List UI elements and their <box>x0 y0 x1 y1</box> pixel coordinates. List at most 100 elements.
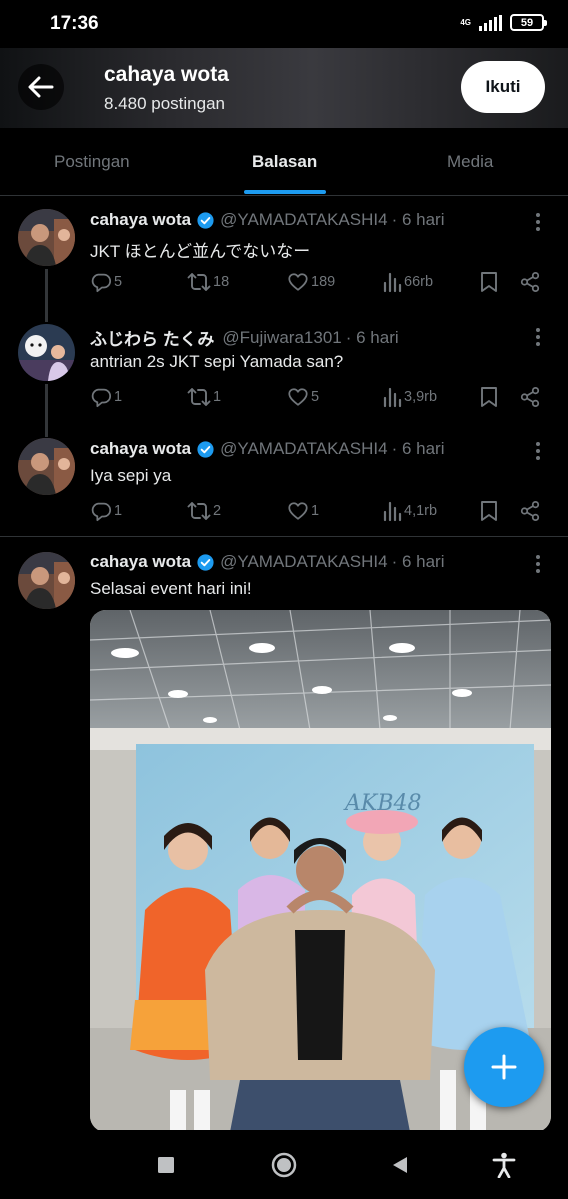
post-count: 8.480 postingan <box>104 94 225 113</box>
thread-line <box>45 269 48 312</box>
compose-button[interactable] <box>464 1027 544 1107</box>
post-text: antrian 2s JKT sepi Yamada san? <box>90 352 344 371</box>
author-handle[interactable]: @YAMADATAKASHI4 <box>220 210 387 230</box>
more-icon[interactable] <box>534 326 542 348</box>
more-icon[interactable] <box>534 553 542 575</box>
follow-button[interactable]: Ikuti <box>461 61 545 113</box>
reply-button[interactable]: 1 <box>90 386 122 408</box>
post-time: · 6 hari <box>345 327 399 347</box>
views-icon <box>383 387 402 408</box>
post-time: · 6 hari <box>391 552 445 571</box>
post-text: Selasai event hari ini! <box>90 579 252 598</box>
post-3[interactable]: cahaya wota @YAMADATAKASHI4 · 6 hari Iya… <box>0 427 568 537</box>
more-icon[interactable] <box>534 440 542 462</box>
recents-square-icon <box>158 1157 174 1173</box>
profile-name: cahaya wota <box>104 63 229 86</box>
views-button[interactable]: 3,9rb <box>382 386 437 408</box>
views-count: 4,1rb <box>404 503 438 519</box>
reply-count: 1 <box>114 389 123 405</box>
status-icons: 4G 59 <box>460 14 547 31</box>
post-1[interactable]: cahaya wota @YAMADATAKASHI4 · 6 hari JKT… <box>0 197 568 312</box>
tab-media[interactable]: Media <box>447 152 493 172</box>
back-nav-button[interactable] <box>385 1150 415 1180</box>
bookmark-icon[interactable] <box>480 271 498 293</box>
post-2[interactable]: ふじわら たくみ @Fujiwara1301 · 6 hari antrian … <box>0 312 568 427</box>
repost-count: 18 <box>213 274 230 290</box>
like-button[interactable]: 1 <box>287 500 319 522</box>
like-icon <box>288 273 308 291</box>
reply-icon <box>91 388 112 408</box>
share-icon[interactable] <box>519 500 541 522</box>
author-handle[interactable]: @YAMADATAKASHI4 <box>220 552 387 572</box>
reply-button[interactable]: 1 <box>90 500 122 522</box>
reply-count: 1 <box>114 503 123 519</box>
author-name[interactable]: cahaya wota <box>90 552 191 572</box>
post-actions: 1 2 1 4,1rb <box>90 500 550 526</box>
back-button[interactable] <box>18 64 64 110</box>
active-tab-indicator <box>244 190 326 194</box>
bookmark-icon[interactable] <box>480 500 498 522</box>
repost-count: 1 <box>213 389 222 405</box>
author-handle[interactable]: @YAMADATAKASHI4 <box>220 439 387 459</box>
views-button[interactable]: 66rb <box>382 271 433 293</box>
battery-icon: 59 <box>510 14 547 31</box>
more-icon[interactable] <box>534 211 542 233</box>
verified-icon <box>197 553 214 571</box>
thread-line <box>45 384 48 427</box>
reply-button[interactable]: 5 <box>90 271 122 293</box>
like-icon <box>288 388 308 406</box>
avatar[interactable] <box>18 324 75 381</box>
like-count: 189 <box>311 274 336 290</box>
like-count: 1 <box>311 503 320 519</box>
views-count: 66rb <box>404 274 434 290</box>
network-type: 4G <box>460 18 471 27</box>
post-time: · 6 hari <box>391 210 445 229</box>
status-bar: 17:36 4G 59 <box>0 0 568 48</box>
plus-icon <box>491 1054 517 1080</box>
author-name[interactable]: cahaya wota <box>90 210 191 230</box>
author-handle[interactable]: @Fujiwara1301 <box>222 328 341 348</box>
post-text: JKT ほとんど並んでないなー <box>90 242 311 261</box>
verified-icon <box>197 440 214 458</box>
tab-postingan[interactable]: Postingan <box>54 152 130 172</box>
post-text: Iya sepi ya <box>90 466 172 485</box>
author-name[interactable]: cahaya wota <box>90 439 191 459</box>
views-icon <box>383 272 402 293</box>
repost-icon <box>187 502 211 520</box>
home-button[interactable] <box>269 1150 299 1180</box>
like-icon <box>288 502 308 520</box>
like-button[interactable]: 189 <box>287 271 335 293</box>
post-actions: 1 1 5 3,9rb <box>90 386 550 412</box>
avatar[interactable] <box>18 209 75 266</box>
post-time: · 6 hari <box>391 439 445 458</box>
views-icon <box>383 501 402 522</box>
status-time: 17:36 <box>50 13 99 34</box>
share-icon[interactable] <box>519 386 541 408</box>
repost-button[interactable]: 18 <box>187 271 229 293</box>
thread-line <box>45 427 48 437</box>
post-actions: 5 18 189 66rb <box>90 271 550 297</box>
repost-button[interactable]: 2 <box>187 500 221 522</box>
battery-level: 59 <box>520 16 534 29</box>
author-name[interactable]: ふじわら たくみ <box>90 325 214 350</box>
accessibility-button[interactable] <box>489 1150 519 1180</box>
repost-icon <box>187 388 211 406</box>
like-button[interactable]: 5 <box>287 386 319 408</box>
views-count: 3,9rb <box>404 389 438 405</box>
recents-button[interactable] <box>151 1150 181 1180</box>
accessibility-icon <box>492 1152 516 1178</box>
views-button[interactable]: 4,1rb <box>382 500 437 522</box>
profile-tabs: Postingan Balasan Media <box>0 128 568 196</box>
bookmark-icon[interactable] <box>480 386 498 408</box>
repost-button[interactable]: 1 <box>187 386 221 408</box>
back-arrow-icon <box>28 76 54 98</box>
like-count: 5 <box>311 389 320 405</box>
share-icon[interactable] <box>519 271 541 293</box>
profile-header: cahaya wota 8.480 postingan Ikuti <box>0 48 568 128</box>
signal-icon <box>479 14 502 31</box>
tab-balasan[interactable]: Balasan <box>252 152 317 172</box>
thread-line <box>45 312 48 322</box>
avatar[interactable] <box>18 438 75 495</box>
back-triangle-icon <box>393 1157 407 1173</box>
avatar[interactable] <box>18 552 75 609</box>
